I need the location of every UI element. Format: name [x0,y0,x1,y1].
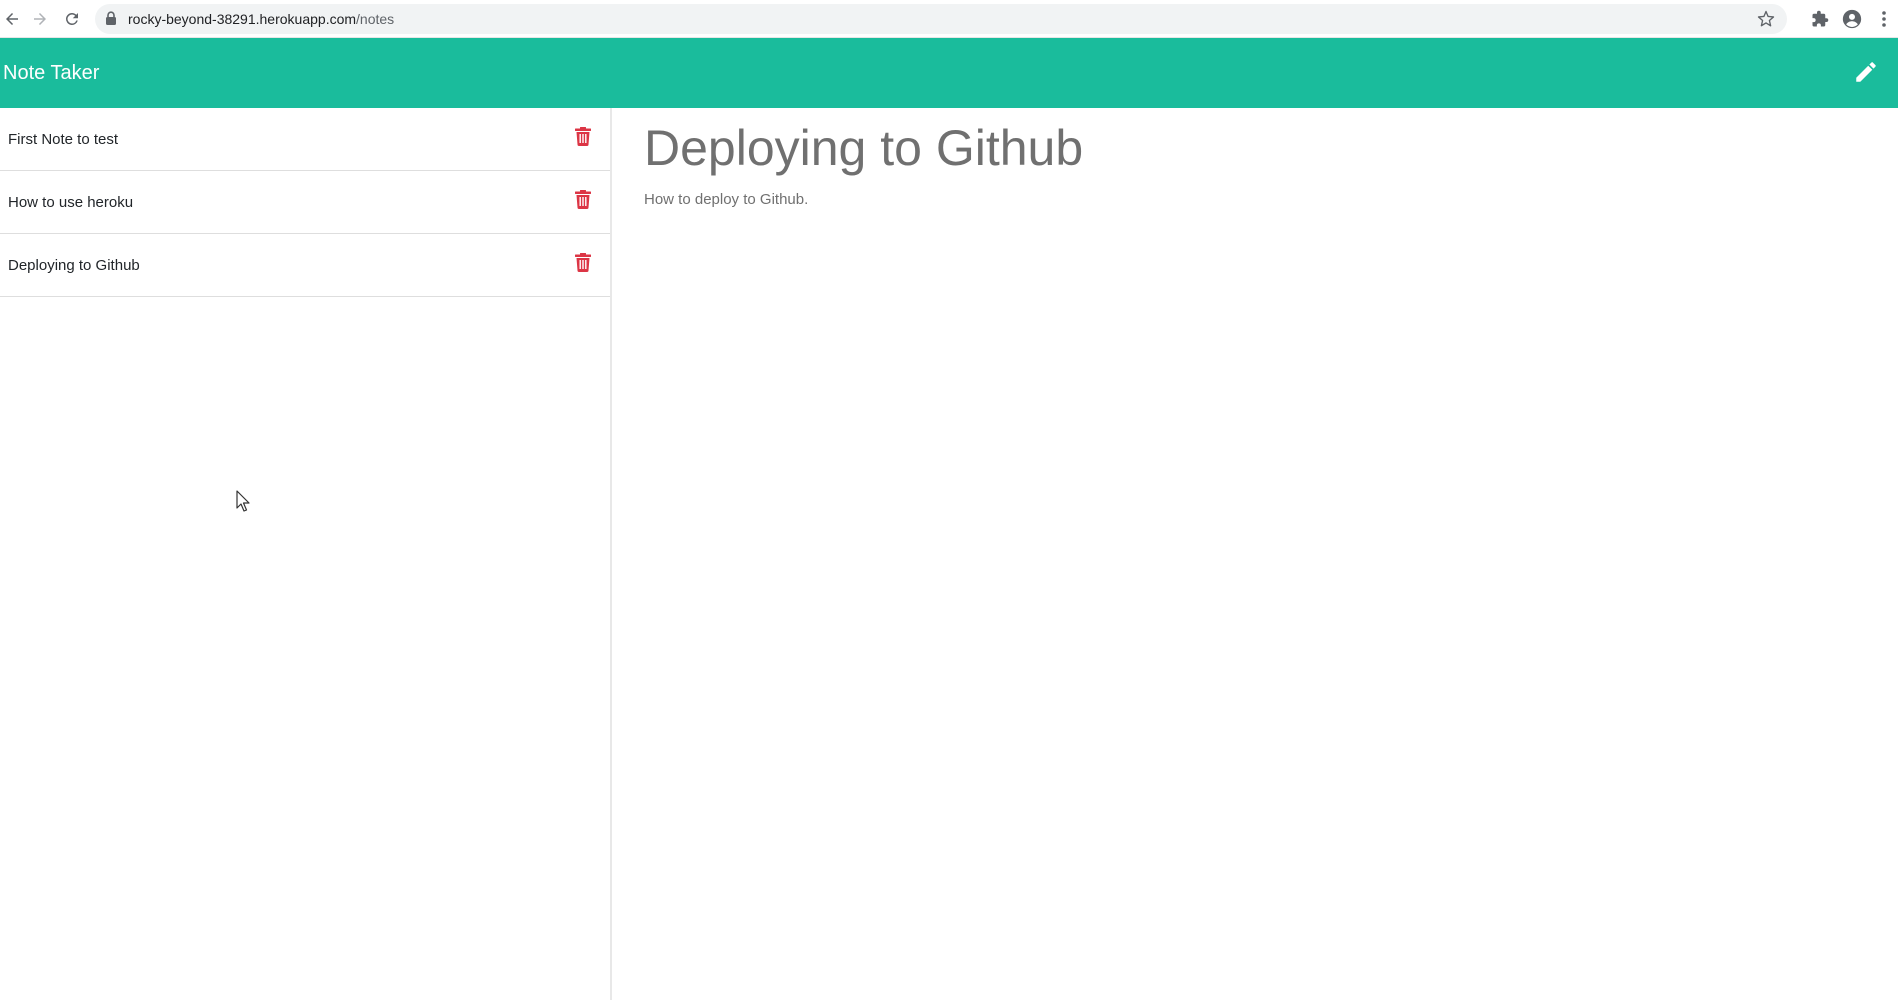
app-brand[interactable]: Note Taker [3,38,99,108]
url-host: rocky-beyond-38291.herokuapp.com [128,11,357,27]
address-bar[interactable]: rocky-beyond-38291.herokuapp.com/notes [95,4,1787,34]
note-view: Deploying to Github How to deploy to Git… [644,108,1874,210]
url-path: /notes [356,11,395,27]
kebab-menu-icon[interactable] [1872,7,1896,31]
note-title-heading[interactable]: Deploying to Github [644,116,1874,180]
browser-toolbar: rocky-beyond-38291.herokuapp.com/notes [0,0,1898,38]
trash-icon [575,126,591,150]
url-text: rocky-beyond-38291.herokuapp.com/notes [128,4,394,34]
reload-icon[interactable] [60,7,84,31]
star-icon[interactable] [1757,10,1775,32]
list-item[interactable]: How to use heroku [0,171,610,234]
new-note-button[interactable] [1850,58,1882,90]
back-arrow-icon[interactable] [0,7,24,31]
app-navbar: Note Taker [0,38,1898,108]
note-sidebar: First Note to test How to use heroku Dep… [0,108,612,1000]
note-body-text[interactable]: How to deploy to Github. [644,190,1874,210]
note-list: First Note to test How to use heroku Dep… [0,108,610,297]
list-item[interactable]: First Note to test [0,108,610,171]
lock-icon [105,11,117,30]
note-title[interactable]: How to use heroku [8,171,133,234]
note-title[interactable]: First Note to test [8,108,118,171]
pencil-icon [1853,59,1879,89]
puzzle-icon[interactable] [1808,7,1832,31]
forward-arrow-icon[interactable] [28,7,52,31]
list-item[interactable]: Deploying to Github [0,234,610,297]
note-title[interactable]: Deploying to Github [8,234,140,297]
trash-icon [575,252,591,276]
trash-icon [575,189,591,213]
account-icon[interactable] [1840,7,1864,31]
delete-note-button[interactable] [574,252,592,276]
delete-note-button[interactable] [574,126,592,150]
delete-note-button[interactable] [574,189,592,213]
